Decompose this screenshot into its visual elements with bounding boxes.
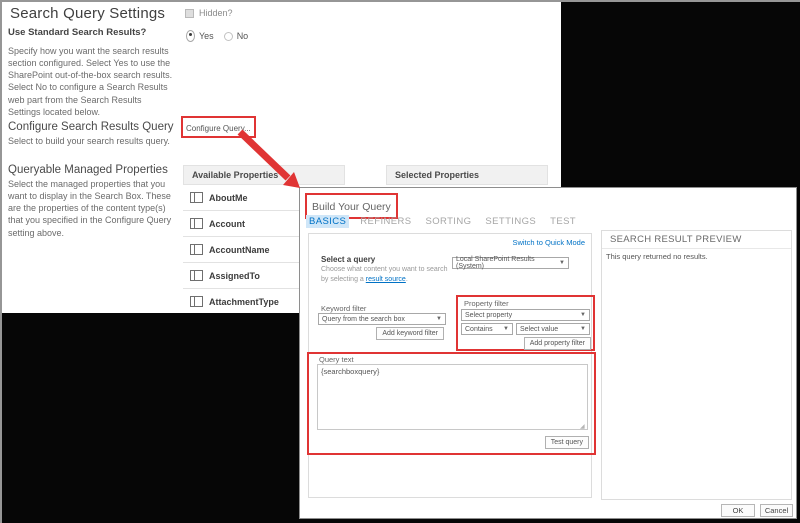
result-source-link[interactable]: result source	[366, 276, 406, 283]
configure-query-description: Select to build your search results quer…	[8, 135, 170, 147]
yes-label: Yes	[199, 30, 214, 42]
test-query-button[interactable]: Test query	[545, 436, 589, 449]
query-text-textarea[interactable]: {searchboxquery}	[317, 364, 588, 430]
annotation-box-query-text: Query text {searchboxquery} ◢ Test query	[307, 352, 596, 455]
annotation-arrow	[234, 128, 306, 192]
queryable-heading: Queryable Managed Properties	[8, 164, 168, 176]
tab-basics[interactable]: BASICS	[306, 215, 349, 228]
yes-radio[interactable]	[186, 30, 195, 42]
table-icon	[190, 244, 203, 255]
query-source-select[interactable]: Local SharePoint Results (System) ▼	[452, 257, 569, 269]
table-icon	[190, 192, 203, 203]
tab-sorting[interactable]: SORTING	[425, 216, 471, 227]
configure-query-heading: Configure Search Results Query	[8, 121, 174, 133]
standard-results-question: Use Standard Search Results?	[8, 27, 146, 38]
property-select[interactable]: Select property ▼	[461, 309, 590, 321]
table-icon	[190, 218, 203, 229]
search-result-preview-panel: SEARCH RESULT PREVIEW This query returne…	[601, 230, 792, 500]
query-text-label: Query text	[319, 355, 354, 364]
page-title: Search Query Settings	[10, 5, 165, 22]
no-radio[interactable]	[224, 32, 233, 41]
standard-results-description: Specify how you want the search results …	[8, 45, 173, 118]
tab-refiners[interactable]: REFINERS	[360, 216, 411, 227]
chevron-down-icon: ▼	[580, 312, 586, 318]
select-a-query-description: Choose what content you want to search b…	[321, 265, 452, 285]
hidden-checkbox[interactable]	[185, 9, 194, 18]
hidden-label: Hidden?	[199, 8, 233, 18]
chevron-down-icon: ▼	[436, 316, 442, 322]
select-a-query-label: Select a query	[321, 255, 375, 264]
dialog-title: Build Your Query	[312, 201, 391, 213]
tab-test[interactable]: TEST	[550, 216, 576, 227]
keyword-filter-select[interactable]: Query from the search box ▼	[318, 313, 446, 325]
operator-select[interactable]: Contains ▼	[461, 323, 513, 335]
chevron-down-icon: ▼	[503, 326, 509, 332]
build-your-query-dialog: Build Your Query BASICS REFINERS SORTING…	[299, 187, 797, 519]
keyword-filter-label: Keyword filter	[321, 304, 366, 313]
cancel-button[interactable]: Cancel	[760, 504, 793, 517]
tab-settings[interactable]: SETTINGS	[485, 216, 536, 227]
selected-properties-header: Selected Properties	[386, 165, 548, 185]
table-icon	[190, 270, 203, 281]
dialog-tabs: BASICS REFINERS SORTING SETTINGS TEST	[309, 216, 576, 227]
table-icon	[190, 296, 203, 307]
switch-to-quick-mode-link[interactable]: Switch to Quick Mode	[512, 238, 585, 247]
queryable-description: Select the managed properties that you w…	[8, 178, 178, 239]
resize-handle-icon[interactable]: ◢	[580, 423, 585, 430]
screenshot-canvas: Search Query Settings Hidden? Use Standa…	[0, 0, 800, 523]
value-select[interactable]: Select value ▼	[516, 323, 590, 335]
chevron-down-icon: ▼	[559, 260, 565, 266]
property-filter-label: Property filter	[464, 299, 509, 308]
add-property-filter-button[interactable]: Add property filter	[524, 337, 591, 350]
chevron-down-icon: ▼	[580, 326, 586, 332]
add-keyword-filter-button[interactable]: Add keyword filter	[376, 327, 444, 340]
annotation-box-property-filter: Property filter Select property ▼ Contai…	[456, 295, 595, 351]
ok-button[interactable]: OK	[721, 504, 755, 517]
preview-empty-message: This query returned no results.	[602, 249, 791, 264]
preview-header: SEARCH RESULT PREVIEW	[602, 231, 791, 249]
no-label: No	[237, 30, 249, 42]
